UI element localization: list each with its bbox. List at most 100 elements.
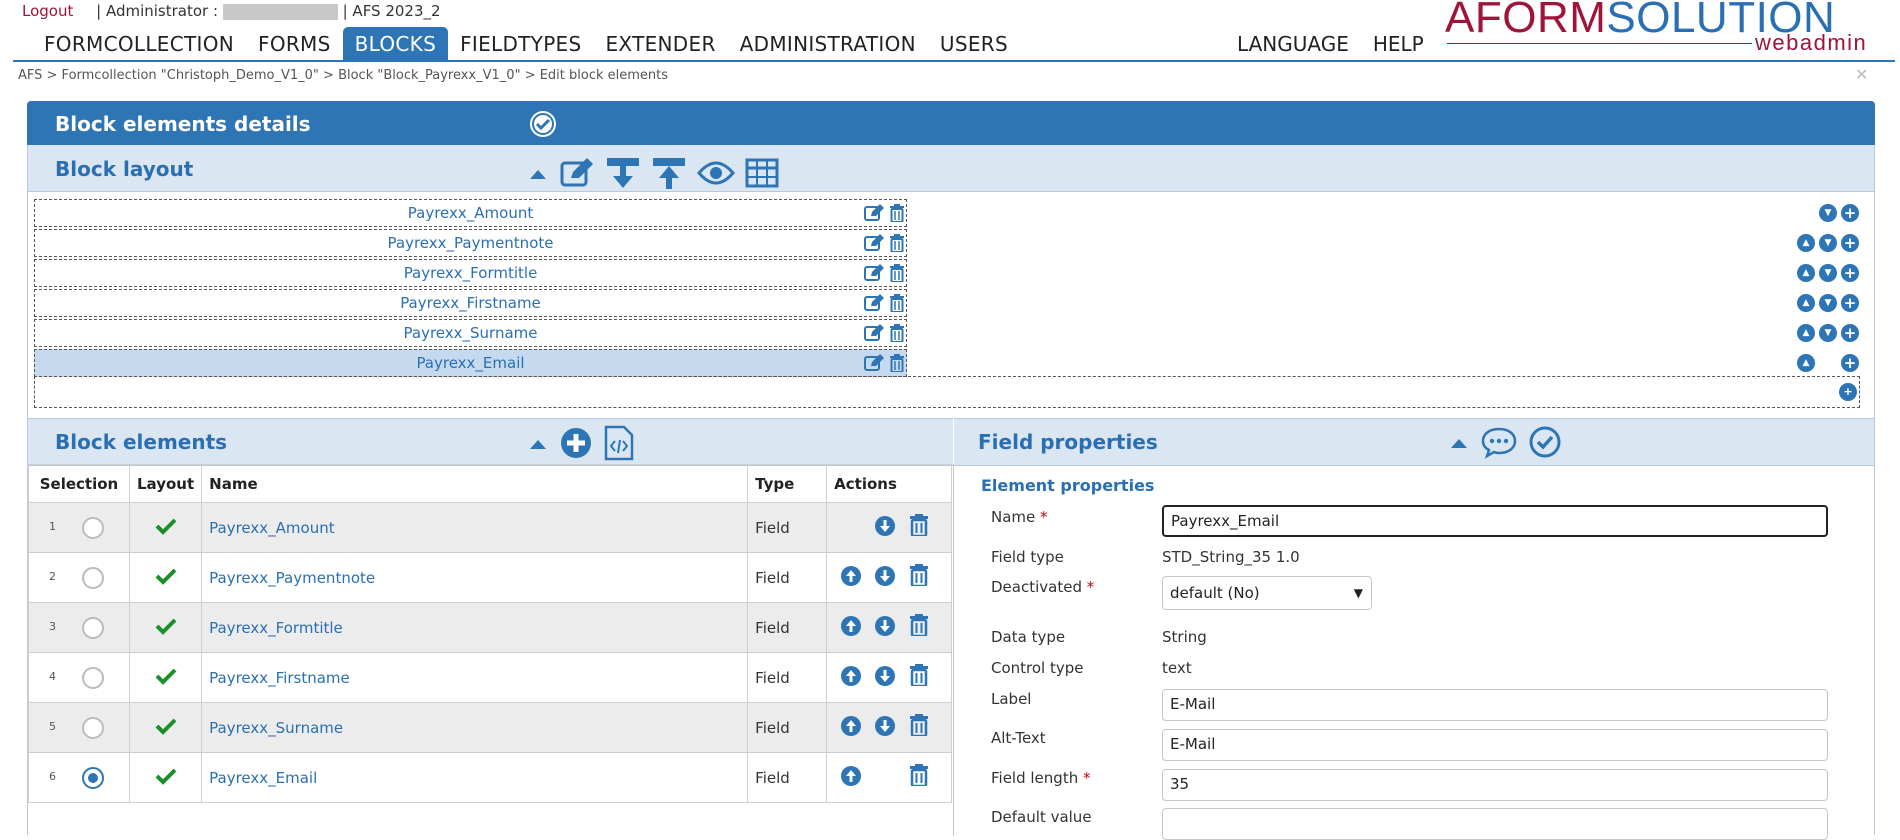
add-row-icon[interactable]: + <box>1839 383 1857 401</box>
collapse-icon[interactable] <box>527 432 549 458</box>
trash-icon[interactable] <box>889 294 905 316</box>
trash-icon[interactable] <box>909 664 929 690</box>
comment-icon[interactable] <box>1480 425 1518 463</box>
name-field[interactable]: Payrexx_Email <box>1162 505 1828 537</box>
selection-radio[interactable] <box>82 666 104 689</box>
move-down-icon[interactable] <box>874 665 896 691</box>
deactivated-select[interactable]: default (No) ▼ <box>1162 576 1372 610</box>
layout-row[interactable]: Payrexx_Amount <box>34 199 907 227</box>
nav-language[interactable]: LANGUAGE <box>1225 27 1361 61</box>
trash-icon[interactable] <box>909 614 929 640</box>
edit-icon[interactable] <box>864 234 884 256</box>
element-name-link[interactable]: Payrexx_Firstname <box>209 669 350 687</box>
trash-icon[interactable] <box>889 264 905 286</box>
trash-icon[interactable] <box>909 564 929 590</box>
element-name-link[interactable]: Payrexx_Surname <box>209 719 343 737</box>
add-row-icon[interactable]: + <box>1841 264 1859 282</box>
move-down-icon[interactable] <box>874 615 896 641</box>
add-row-icon[interactable]: + <box>1841 294 1859 312</box>
insert-below-icon[interactable] <box>605 156 641 194</box>
move-down-icon[interactable]: ▼ <box>1819 324 1837 342</box>
selection-radio[interactable] <box>82 566 104 589</box>
edit-icon[interactable] <box>864 324 884 346</box>
edit-icon[interactable] <box>864 294 884 316</box>
trash-icon[interactable] <box>909 714 929 740</box>
layout-row[interactable]: Payrexx_Formtitle <box>34 259 907 287</box>
move-up-icon[interactable] <box>840 565 862 591</box>
trash-icon[interactable] <box>889 204 905 226</box>
trash-icon[interactable] <box>889 324 905 346</box>
move-up-icon[interactable]: ▲ <box>1797 294 1815 312</box>
code-file-icon[interactable] <box>603 425 635 465</box>
move-down-icon[interactable]: ▼ <box>1819 234 1837 252</box>
table-row[interactable]: 1 Payrexx_Amount Field <box>28 502 952 553</box>
move-up-icon[interactable] <box>840 665 862 691</box>
table-row[interactable]: 3 Payrexx_Formtitle Field <box>28 602 952 653</box>
move-up-icon[interactable] <box>840 615 862 641</box>
nav-forms[interactable]: FORMS <box>246 27 343 61</box>
move-up-icon[interactable]: ▲ <box>1797 354 1815 372</box>
move-up-icon[interactable]: ▲ <box>1797 324 1815 342</box>
move-down-icon[interactable] <box>874 515 896 541</box>
preview-eye-icon[interactable] <box>697 159 735 191</box>
element-name-link[interactable]: Payrexx_Paymentnote <box>209 569 375 587</box>
alttext-field[interactable]: E-Mail <box>1162 729 1828 761</box>
nav-users[interactable]: USERS <box>928 27 1020 61</box>
move-up-icon[interactable]: ▲ <box>1797 234 1815 252</box>
layout-row[interactable]: Payrexx_Firstname <box>34 289 907 317</box>
nav-administration[interactable]: ADMINISTRATION <box>728 27 928 61</box>
move-up-icon[interactable]: ▲ <box>1797 264 1815 282</box>
save-check-icon[interactable] <box>1528 425 1562 463</box>
move-down-icon[interactable]: ▼ <box>1819 264 1837 282</box>
edit-icon[interactable] <box>864 264 884 286</box>
add-row-icon[interactable]: + <box>1841 354 1859 372</box>
nav-formcollection[interactable]: FORMCOLLECTION <box>32 27 246 61</box>
edit-icon[interactable] <box>864 354 884 376</box>
selection-radio[interactable] <box>82 766 104 789</box>
add-element-icon[interactable] <box>559 426 593 464</box>
nav-blocks[interactable]: BLOCKS <box>342 27 449 61</box>
layout-row[interactable]: Payrexx_Surname <box>34 319 907 347</box>
table-row[interactable]: 4 Payrexx_Firstname Field <box>28 652 952 703</box>
table-row[interactable]: 2 Payrexx_Paymentnote Field <box>28 552 952 603</box>
add-row-icon[interactable]: + <box>1841 204 1859 222</box>
edit-icon[interactable] <box>864 204 884 226</box>
move-up-icon[interactable] <box>840 765 862 791</box>
nav-help[interactable]: HELP <box>1361 27 1436 61</box>
nav-fieldtypes[interactable]: FIELDTYPES <box>448 27 593 61</box>
trash-icon[interactable] <box>909 764 929 790</box>
table-icon[interactable] <box>745 158 779 192</box>
table-row[interactable]: 5 Payrexx_Surname Field <box>28 702 952 753</box>
fieldlength-field[interactable]: 35 <box>1162 769 1828 801</box>
move-up-icon[interactable] <box>840 715 862 741</box>
move-down-icon[interactable] <box>874 715 896 741</box>
trash-icon[interactable] <box>909 514 929 540</box>
layout-row[interactable]: Payrexx_Email <box>34 349 907 377</box>
default-value-field[interactable] <box>1162 808 1828 840</box>
selection-radio[interactable] <box>82 716 104 739</box>
element-name-link[interactable]: Payrexx_Formtitle <box>209 619 343 637</box>
label-field[interactable]: E-Mail <box>1162 689 1828 721</box>
trash-icon[interactable] <box>889 234 905 256</box>
move-down-icon[interactable]: ▼ <box>1819 294 1837 312</box>
selection-radio[interactable] <box>82 516 104 539</box>
move-down-icon[interactable] <box>874 565 896 591</box>
block-elements-body: Selection Layout Name Type Actions 1 Payr… <box>28 464 954 836</box>
add-row-icon[interactable]: + <box>1841 234 1859 252</box>
save-check-icon[interactable] <box>528 109 558 143</box>
layout-row[interactable]: Payrexx_Paymentnote <box>34 229 907 257</box>
collapse-icon[interactable] <box>527 162 549 188</box>
nav-extender[interactable]: EXTENDER <box>594 27 728 61</box>
table-row[interactable]: 6 Payrexx_Email Field <box>28 752 952 803</box>
trash-icon[interactable] <box>889 354 905 376</box>
collapse-icon[interactable] <box>1448 431 1470 457</box>
close-icon[interactable]: ✕ <box>1855 65 1868 84</box>
logout-link[interactable]: Logout <box>22 2 73 20</box>
move-down-icon[interactable]: ▼ <box>1819 204 1837 222</box>
element-name-link[interactable]: Payrexx_Email <box>209 769 317 787</box>
edit-layout-icon[interactable] <box>559 158 595 192</box>
insert-above-icon[interactable] <box>651 156 687 194</box>
selection-radio[interactable] <box>82 616 104 639</box>
add-row-icon[interactable]: + <box>1841 324 1859 342</box>
element-name-link[interactable]: Payrexx_Amount <box>209 519 334 537</box>
